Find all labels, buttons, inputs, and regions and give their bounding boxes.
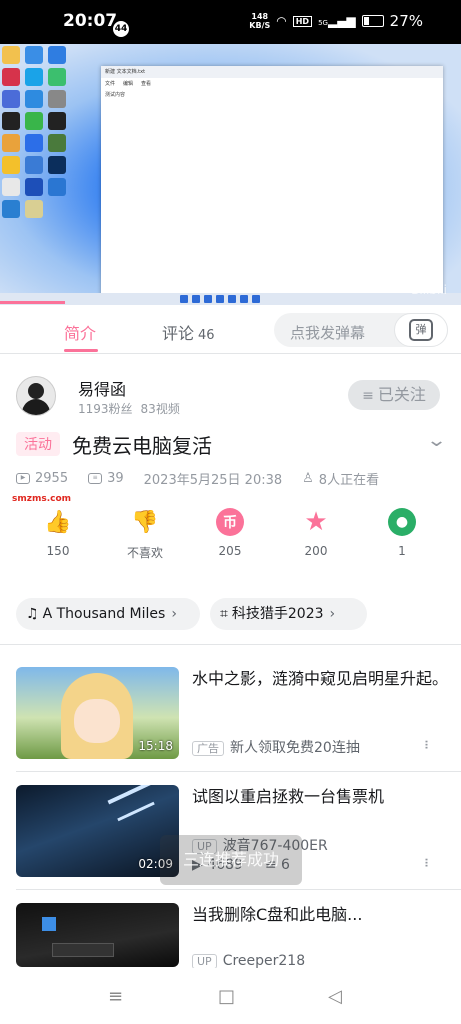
tab-comments[interactable]: 评论 46 bbox=[162, 320, 215, 344]
wechat-icon: ● bbox=[388, 508, 416, 536]
notification-badge: 44 bbox=[113, 21, 129, 37]
chevron-down-icon[interactable]: ⌄ bbox=[426, 430, 447, 451]
danmaku-toggle-button[interactable]: 弹 bbox=[394, 313, 448, 347]
watching-count: 8人正在看 bbox=[318, 473, 380, 488]
rec-meta: 广告 新人领取免费20连抽 bbox=[192, 737, 360, 757]
chevron-right-icon: › bbox=[329, 606, 336, 622]
video-title-row: 活动 免费云电脑复活 ⌄ bbox=[16, 430, 447, 460]
dislike-button[interactable]: 👎 不喜欢 bbox=[105, 508, 185, 561]
ad-badge: 广告 bbox=[192, 741, 224, 756]
video-title: 免费云电脑复活 bbox=[72, 434, 212, 458]
event-chip[interactable]: ⌗ 科技猎手2023 › bbox=[210, 598, 367, 630]
video-meta: ▶ 2955 ≡ 39 2023年5月25日 20:38 ♙ 8人正在看 bbox=[16, 469, 446, 488]
event-icon: ⌗ bbox=[220, 606, 228, 622]
wifi-icon: ◠ bbox=[276, 14, 287, 28]
coin-button[interactable]: 币 205 bbox=[190, 508, 270, 558]
follow-button[interactable]: ≡ 已关注 bbox=[348, 380, 440, 410]
menu-icon[interactable]: ≡ bbox=[108, 986, 123, 1007]
like-icon: 👍 bbox=[44, 509, 72, 535]
rec-title: 水中之影，涟漪中窥见启明星升起。 bbox=[192, 669, 449, 688]
chip-row: ♫ A Thousand Miles › ⌗ 科技猎手2023 › bbox=[16, 598, 456, 630]
divider bbox=[16, 771, 461, 772]
list-item[interactable]: 15:18 水中之影，涟漪中窥见启明星升起。 广告 新人领取免费20连抽 ··· bbox=[16, 667, 456, 759]
share-wechat-button[interactable]: ● 1 bbox=[362, 508, 442, 558]
taskbar bbox=[0, 293, 461, 305]
rec-author: UP Creeper218 bbox=[192, 953, 305, 969]
more-icon[interactable]: ··· bbox=[417, 857, 436, 866]
video-thumbnail[interactable] bbox=[16, 903, 179, 967]
favorite-button[interactable]: ★ 200 bbox=[276, 507, 356, 558]
rec-title: 试图以重启拯救一台售票机 bbox=[192, 787, 385, 806]
menu-lines-icon: ≡ bbox=[362, 388, 374, 404]
like-button[interactable]: 👍 150 bbox=[18, 508, 98, 559]
tab-bar: 简介 评论 46 点我发弹幕 弹 bbox=[0, 305, 461, 354]
back-icon[interactable]: ◁ bbox=[328, 986, 342, 1007]
uploader-name[interactable]: 易得函 bbox=[78, 376, 126, 400]
status-indicators: 148 KB/S ◠ HD 5G▂▄▆ 27% bbox=[249, 12, 423, 30]
music-note-icon: ♫ bbox=[26, 606, 39, 622]
hd-icon: HD bbox=[292, 15, 313, 27]
avatar[interactable] bbox=[16, 376, 56, 416]
play-count-icon: ▶ bbox=[16, 473, 30, 484]
activity-tag[interactable]: 活动 bbox=[16, 432, 60, 456]
net-speed: 148 KB/S bbox=[249, 12, 271, 30]
uploader-stats: 1193粉丝 83视频 bbox=[78, 402, 180, 416]
video-duration: 15:18 bbox=[138, 739, 173, 753]
tab-intro[interactable]: 简介 bbox=[64, 320, 96, 344]
uploader-row: 易得函 1193粉丝 83视频 ≡ 已关注 bbox=[16, 370, 446, 420]
music-chip[interactable]: ♫ A Thousand Miles › bbox=[16, 598, 200, 630]
player-watermark: Bilibili bbox=[411, 283, 447, 297]
notepad-window: 新建 文本文档.txt 文件 编辑 查看 测试内容 bbox=[101, 66, 443, 305]
home-icon[interactable]: □ bbox=[218, 986, 235, 1007]
site-stamp: smzms.com bbox=[12, 494, 72, 504]
status-time: 20:07 bbox=[63, 11, 118, 31]
tab-active-indicator bbox=[64, 349, 98, 352]
system-nav-bar: ≡ □ ◁ bbox=[0, 968, 461, 1024]
battery-icon bbox=[361, 15, 384, 27]
danmaku-icon: 弹 bbox=[409, 319, 433, 341]
video-thumbnail[interactable]: 02:09 bbox=[16, 785, 179, 877]
rec-title: 当我删除C盘和此电脑... bbox=[192, 905, 363, 924]
toast-message: 三连推荐成功 bbox=[160, 835, 302, 885]
danmaku-placeholder: 点我发弹幕 bbox=[290, 324, 366, 342]
video-player[interactable]: 新建 文本文档.txt 文件 编辑 查看 测试内容 Bilibili bbox=[0, 44, 461, 305]
coin-icon: 币 bbox=[216, 508, 244, 536]
video-progress[interactable] bbox=[0, 301, 65, 304]
chevron-right-icon: › bbox=[171, 606, 177, 622]
dislike-icon: 👎 bbox=[131, 509, 159, 535]
action-bar: 👍 150 👎 不喜欢 币 205 ★ 200 ● 1 bbox=[0, 507, 461, 564]
danmaku-count-icon: ≡ bbox=[88, 473, 103, 484]
video-thumbnail[interactable]: 15:18 bbox=[16, 667, 179, 759]
danmaku-input[interactable]: 点我发弹幕 弹 bbox=[274, 313, 448, 347]
more-icon[interactable]: ··· bbox=[417, 739, 436, 748]
watching-icon: ♙ bbox=[302, 471, 314, 486]
divider bbox=[0, 644, 461, 645]
up-badge: UP bbox=[192, 954, 217, 969]
danmaku-count: 39 bbox=[107, 471, 124, 486]
notepad-title: 新建 文本文档.txt bbox=[101, 66, 443, 78]
notepad-menu: 文件 编辑 查看 bbox=[105, 81, 152, 87]
view-count: 2955 bbox=[35, 471, 69, 486]
battery-percent: 27% bbox=[389, 12, 423, 30]
status-bar: 20:07 44 148 KB/S ◠ HD 5G▂▄▆ 27% bbox=[0, 0, 461, 44]
notepad-text: 测试内容 bbox=[105, 92, 126, 98]
desktop-icons bbox=[2, 46, 70, 218]
favorite-icon: ★ bbox=[304, 507, 328, 537]
signal-icon: 5G▂▄▆ bbox=[318, 14, 356, 28]
publish-date: 2023年5月25日 20:38 bbox=[143, 473, 283, 488]
divider bbox=[16, 889, 461, 890]
